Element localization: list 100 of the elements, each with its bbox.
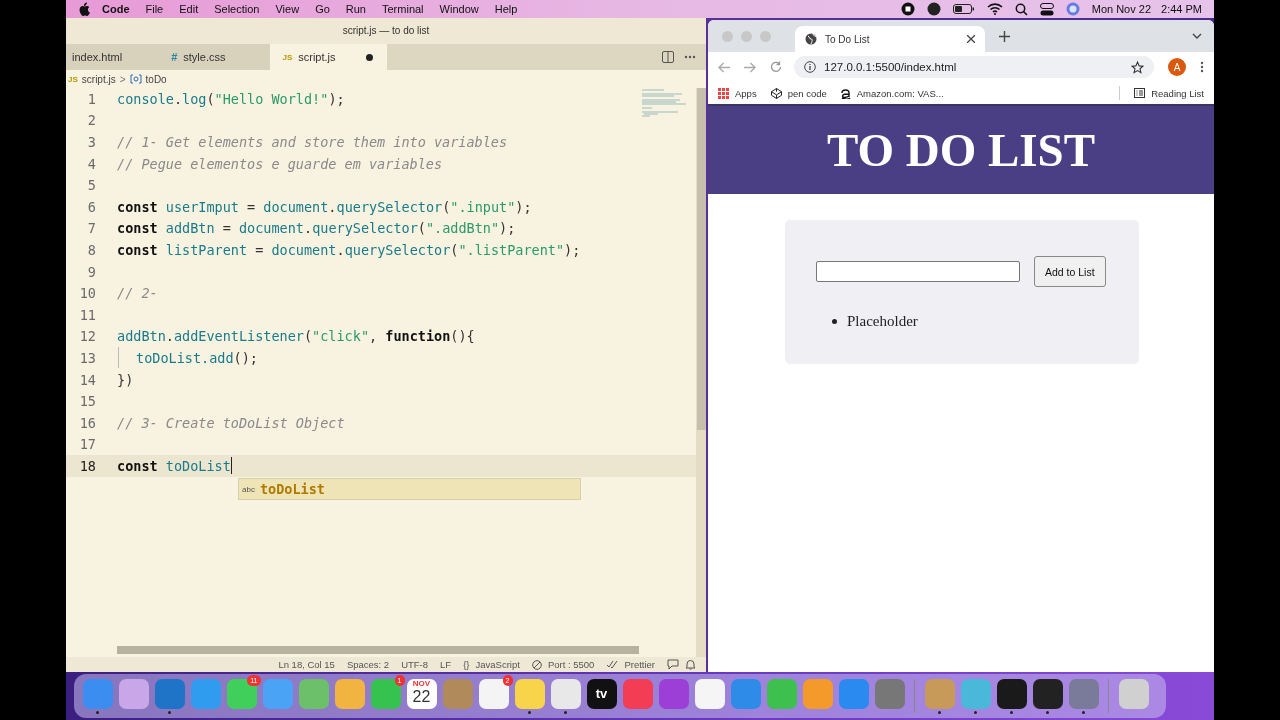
orb-icon[interactable] xyxy=(1065,2,1080,16)
close-window-button[interactable] xyxy=(722,30,733,42)
forward-icon[interactable] xyxy=(744,61,756,73)
formatter-status[interactable]: Prettier xyxy=(624,659,655,670)
profile-avatar[interactable]: A xyxy=(1168,58,1186,76)
reload-icon[interactable] xyxy=(770,61,782,73)
menu-item[interactable]: Edit xyxy=(179,3,199,15)
editor-tab[interactable]: JS script.js xyxy=(270,44,387,70)
double-check-icon xyxy=(606,660,619,669)
menu-item[interactable]: Selection xyxy=(214,3,260,15)
line-number: 6 xyxy=(86,198,96,215)
dock-divider xyxy=(1108,679,1109,713)
minimize-button[interactable] xyxy=(741,30,752,42)
language-mode[interactable]: JavaScript xyxy=(475,659,520,670)
line-ending[interactable]: LF xyxy=(440,659,452,670)
line-number: 12 xyxy=(78,328,96,345)
editor-tab[interactable]: # style.css xyxy=(163,44,271,70)
cube-icon xyxy=(770,87,782,99)
address-bar[interactable]: 127.0.0.1:5500/index.html xyxy=(794,56,1154,78)
line-number: 2 xyxy=(86,112,96,129)
menu-item[interactable]: File xyxy=(145,3,164,15)
editor-tab[interactable]: index.html xyxy=(66,44,164,70)
feedback-icon[interactable] xyxy=(667,659,679,670)
menu-date[interactable]: Mon Nov 22 xyxy=(1091,3,1152,15)
calendar-icon[interactable]: NOV 22 xyxy=(406,678,437,709)
add-button[interactable]: Add to List xyxy=(1034,256,1106,287)
code-line: // 2- xyxy=(117,285,158,302)
back-icon[interactable] xyxy=(718,61,730,73)
grid-icon xyxy=(718,87,729,99)
menu-item[interactable]: Run xyxy=(345,3,366,15)
menu-time[interactable]: 2:44 PM xyxy=(1161,3,1202,15)
code-line: addBtn.addEventListener("click", function(){ xyxy=(117,328,475,345)
bell-icon[interactable] xyxy=(685,659,696,670)
list-icon xyxy=(1134,88,1146,98)
line-number: 1 xyxy=(86,90,96,107)
todo-input[interactable] xyxy=(816,261,1020,282)
chevron-down-icon[interactable] xyxy=(1192,33,1202,39)
dock-divider xyxy=(914,679,915,713)
menu-item[interactable]: Go xyxy=(315,3,330,15)
suggestion-item[interactable]: abc toDoList xyxy=(238,478,581,500)
bookmark[interactable]: pen code xyxy=(770,87,827,99)
new-tab-icon[interactable] xyxy=(999,30,1010,42)
split-editor-icon[interactable] xyxy=(662,51,674,63)
app-icon[interactable] xyxy=(996,678,1027,709)
app-icon[interactable] xyxy=(1032,678,1063,709)
circle-icon[interactable] xyxy=(926,2,941,16)
code-line: const listParent = document.querySelector(".listParent"); xyxy=(117,241,581,258)
globe-icon xyxy=(805,33,817,45)
code-line: const userImput = document.querySelector(".input"); xyxy=(117,198,532,215)
line-number: 14 xyxy=(78,371,96,388)
breadcrumb-item[interactable]: script.js xyxy=(81,73,116,85)
menu-item[interactable]: Help xyxy=(494,3,518,15)
toggle-icon[interactable] xyxy=(1039,2,1054,16)
line-number: 17 xyxy=(78,436,96,453)
app-icon[interactable] xyxy=(550,678,581,709)
line-number: 18 xyxy=(78,457,96,474)
menu-item[interactable]: Window xyxy=(439,3,479,15)
star-icon[interactable] xyxy=(1131,60,1144,74)
apple-icon[interactable] xyxy=(78,2,90,16)
encoding[interactable]: UTF-8 xyxy=(401,659,429,670)
port-status[interactable]: Port : 5500 xyxy=(547,659,595,670)
more-icon[interactable] xyxy=(684,55,696,59)
list-item: Placeholder xyxy=(847,313,918,330)
zoom-button[interactable] xyxy=(760,30,771,42)
code-line: toDoList.add(); xyxy=(136,349,258,366)
code-line: }) xyxy=(117,371,134,388)
reading-list-button[interactable]: Reading List xyxy=(1134,87,1204,99)
search-icon[interactable] xyxy=(1014,2,1028,16)
code-line: // 1- Get elements and store them into variables xyxy=(117,134,508,150)
line-number: 5 xyxy=(86,177,96,194)
stop-icon[interactable] xyxy=(900,2,915,16)
line-number: 3 xyxy=(86,134,96,150)
close-icon[interactable] xyxy=(967,35,975,43)
line-number: 15 xyxy=(78,393,96,410)
breadcrumb-item[interactable]: toDo xyxy=(145,73,167,85)
indent-setting[interactable]: Spaces: 2 xyxy=(346,659,390,670)
bookmark[interactable]: Apps xyxy=(718,87,757,99)
breadcrumb-separator: > xyxy=(119,73,126,85)
horizontal-scrollbar[interactable] xyxy=(117,646,639,654)
line-number: 11 xyxy=(78,306,96,323)
code-line: // Pegue elementos e guarde em variables xyxy=(117,155,443,172)
line-number: 13 xyxy=(78,349,96,366)
info-icon xyxy=(804,61,816,73)
page-heading: TO DO LIST xyxy=(826,123,1096,177)
tv-app-icon[interactable]: tv xyxy=(586,678,617,709)
code-line: // 3- Create toDoList Object xyxy=(117,414,345,431)
vertical-scrollbar[interactable] xyxy=(696,88,706,657)
more-icon[interactable] xyxy=(1200,61,1204,73)
line-number: 8 xyxy=(86,241,96,258)
menu-item[interactable]: Terminal xyxy=(382,3,424,15)
line-number: 7 xyxy=(86,220,96,237)
app-menu[interactable]: Code xyxy=(102,3,130,15)
battery-icon[interactable] xyxy=(952,3,975,15)
cursor-position[interactable]: Ln 18, Col 15 xyxy=(278,659,335,670)
bookmark[interactable]: Amazon.com: VAS... xyxy=(840,87,944,99)
menu-item[interactable]: View xyxy=(275,3,300,15)
wifi-icon[interactable] xyxy=(986,3,1003,15)
app-icon[interactable] xyxy=(694,678,725,709)
file-type-label: JS xyxy=(68,74,78,84)
browser-tab[interactable]: To Do List xyxy=(795,26,985,52)
